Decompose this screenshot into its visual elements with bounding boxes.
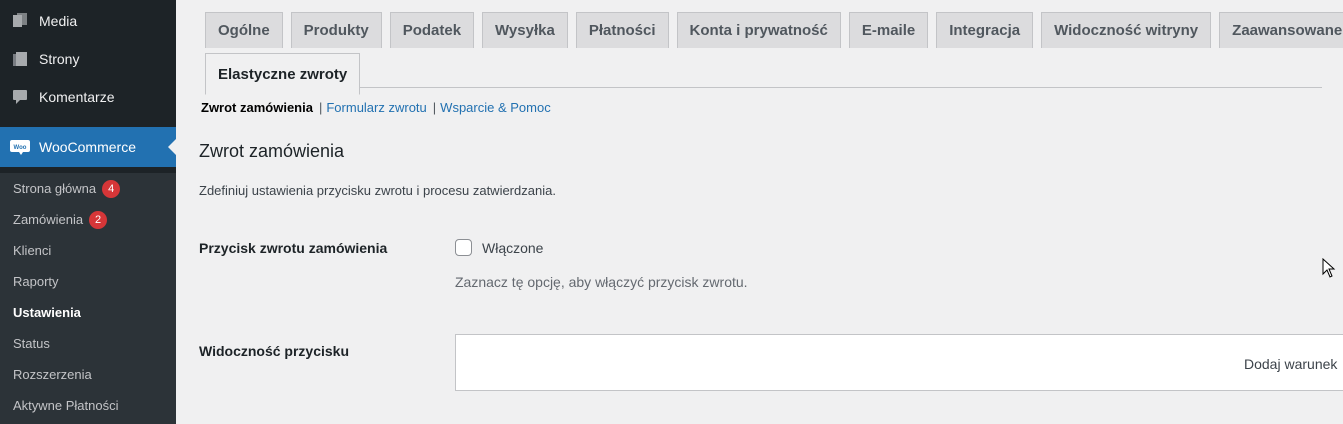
submenu-item-extensions[interactable]: Rozszerzenia [0, 359, 176, 390]
submenu-item-home[interactable]: Strona główna 4 [0, 173, 176, 204]
tab-integration[interactable]: Integracja [936, 12, 1034, 48]
submenu-item-label: Rozszerzenia [13, 367, 92, 382]
submenu-item-settings[interactable]: Ustawienia [0, 297, 176, 328]
section-description: Zdefiniuj ustawienia przycisku zwrotu i … [199, 183, 556, 198]
tab-shipping[interactable]: Wysyłka [482, 12, 568, 48]
submenu-item-label: Klienci [13, 243, 52, 258]
submenu-item-label: Aktywne Płatności [13, 398, 119, 413]
tab-accounts-privacy[interactable]: Konta i prywatność [676, 12, 841, 48]
refund-button-help: Zaznacz tę opcję, aby włączyć przycisk z… [455, 274, 748, 290]
menu-item-label: Media [39, 13, 78, 29]
count-badge: 2 [89, 210, 108, 229]
submenu-item-reports[interactable]: Raporty [0, 266, 176, 297]
tab-products[interactable]: Produkty [290, 12, 382, 48]
subnav-separator: | [318, 100, 323, 115]
tab-flexible-refunds[interactable]: Elastyczne zwroty [205, 53, 361, 95]
subnav-link-refund-form[interactable]: Formularz zwrotu [326, 100, 426, 115]
submenu-item-active-payments[interactable]: Aktywne Płatności [0, 390, 176, 421]
menu-item-media[interactable]: Media [0, 2, 176, 40]
admin-sidebar: Media Strony Komentarze Woo WooCommerce … [0, 0, 176, 424]
tab-tax[interactable]: Podatek [389, 12, 475, 48]
current-menu-arrow [168, 139, 176, 155]
woocommerce-icon: Woo [10, 137, 30, 157]
submenu-item-label: Zamówienia [13, 212, 84, 227]
submenu-item-label: Strona główna [13, 181, 97, 196]
submenu-item-customers[interactable]: Klienci [0, 235, 176, 266]
tab-general[interactable]: Ogólne [205, 12, 283, 48]
subnav-link-support[interactable]: Wsparcie & Pomoc [440, 100, 551, 115]
visibility-conditions-box [455, 334, 1343, 391]
media-icon [10, 11, 30, 31]
pages-icon [10, 49, 30, 69]
tab-row: Elastyczne zwroty [205, 53, 1322, 95]
checkbox-label: Włączone [482, 239, 544, 256]
refund-button-label: Przycisk zwrotu zamówienia [199, 240, 388, 256]
menu-item-label: Strony [39, 51, 80, 67]
section-title: Zwrot zamówienia [199, 141, 345, 161]
add-condition-button[interactable]: Dodaj warunek [1244, 356, 1337, 372]
submenu-item-label: Ustawienia [13, 305, 81, 320]
submenu-item-label: Status [13, 336, 50, 351]
menu-item-woocommerce[interactable]: Woo WooCommerce [0, 127, 176, 167]
refund-button-enabled-field[interactable]: Włączone [455, 239, 543, 256]
tab-row: Ogólne Produkty Podatek Wysyłka Płatnośc… [205, 12, 1343, 48]
menu-item-comments[interactable]: Komentarze [0, 78, 176, 116]
tab-divider [205, 87, 1322, 88]
woocommerce-submenu: Strona główna 4 Zamówienia 2 Klienci Rap… [0, 173, 176, 424]
menu-item-pages[interactable]: Strony [0, 40, 176, 78]
tab-advanced[interactable]: Zaawansowane [1219, 12, 1343, 48]
submenu-item-status[interactable]: Status [0, 328, 176, 359]
tab-payments[interactable]: Płatności [575, 12, 669, 48]
submenu-item-label: Raporty [13, 274, 59, 289]
subnav-separator: | [432, 100, 437, 115]
subnav-current[interactable]: Zwrot zamówienia [201, 100, 313, 115]
settings-tabs: Ogólne Produkty Podatek Wysyłka Płatnośc… [205, 12, 1343, 95]
mouse-cursor-icon [1322, 257, 1336, 283]
tab-emails[interactable]: E-maile [848, 12, 929, 48]
section-subnav: Zwrot zamówienia | Formularz zwrotu | Ws… [201, 100, 551, 115]
svg-text:Woo: Woo [14, 145, 27, 151]
comments-icon [10, 87, 30, 107]
menu-item-label: Komentarze [39, 89, 115, 105]
tab-site-visibility[interactable]: Widoczność witryny [1041, 12, 1212, 48]
submenu-item-orders[interactable]: Zamówienia 2 [0, 204, 176, 235]
count-badge: 4 [102, 179, 121, 198]
menu-item-label: WooCommerce [39, 139, 136, 155]
button-visibility-label: Widoczność przycisku [199, 343, 350, 359]
refund-button-checkbox[interactable] [455, 239, 472, 256]
